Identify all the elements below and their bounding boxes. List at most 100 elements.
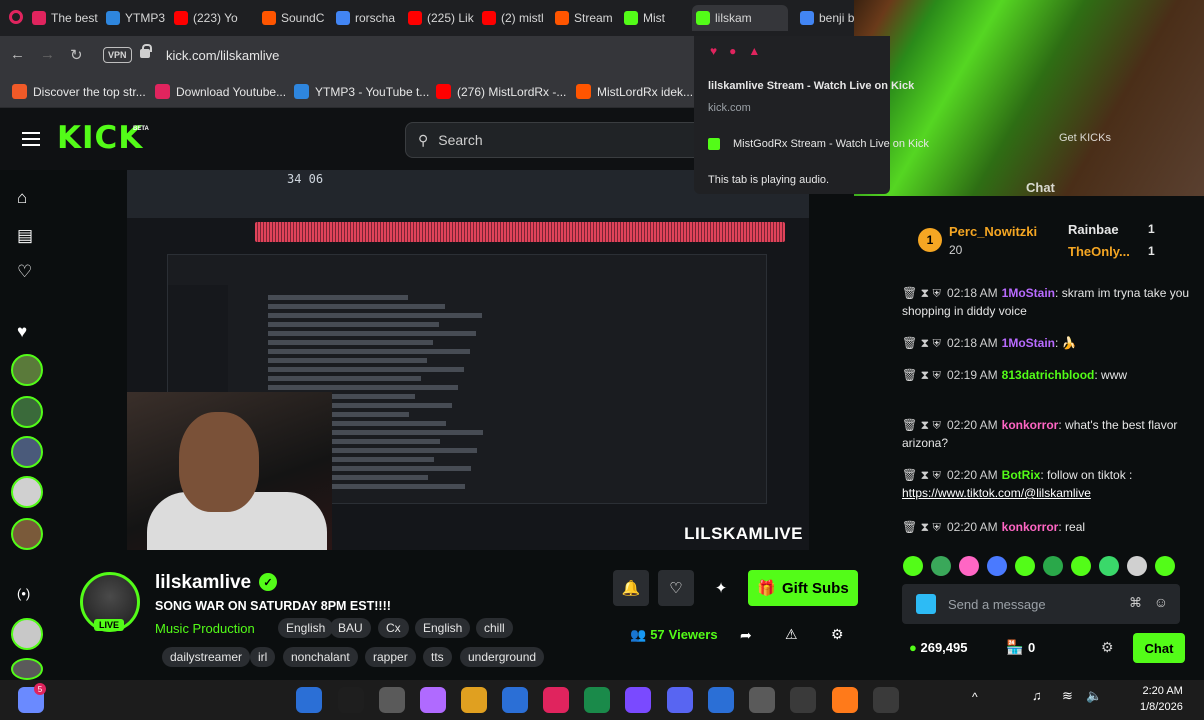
leader-name[interactable]: Perc_Nowitzki — [949, 224, 1037, 239]
emote-icon[interactable] — [1071, 556, 1091, 576]
followed-channel-avatar[interactable] — [11, 476, 43, 508]
microphone-icon[interactable]: ♫ — [1032, 688, 1042, 703]
opera-icon[interactable] — [543, 687, 569, 713]
opera-icon[interactable] — [9, 10, 23, 24]
search-icon[interactable] — [338, 687, 364, 713]
message-username[interactable]: 813datrichblood — [1002, 368, 1095, 382]
browser-tab[interactable]: Mist — [620, 5, 688, 31]
browse-icon[interactable]: ▤ — [17, 226, 33, 246]
browser-tab[interactable]: (223) Yo — [170, 5, 256, 31]
report-warning-icon[interactable]: ⚠ — [785, 626, 798, 643]
emote-icon[interactable] — [1127, 556, 1147, 576]
mod-actions-icon[interactable]: 🗑 ⧗ ⛨ — [902, 468, 941, 482]
message-username[interactable]: 1MoStain — [1002, 286, 1055, 300]
store-icon[interactable]: 🏪 — [1006, 639, 1023, 656]
streamer-name[interactable]: lilskamlive — [155, 572, 251, 594]
browser-tab[interactable]: The best — [28, 5, 98, 31]
vpn-badge[interactable]: VPN — [103, 47, 132, 63]
system-clock[interactable]: 2:20 AM 1/8/2026 — [1140, 683, 1183, 715]
emote-icon[interactable] — [1043, 556, 1063, 576]
copilot-icon[interactable] — [420, 687, 446, 713]
browser-tab[interactable]: (2) mistl — [478, 5, 546, 31]
chat-message[interactable]: 🗑 ⧗ ⛨ 02:20 AM konkorror: what's the best … — [902, 416, 1192, 452]
tray-chevron-icon[interactable]: ^ — [972, 690, 978, 704]
emote-icon[interactable] — [1155, 556, 1175, 576]
stream-tag[interactable]: underground — [460, 647, 545, 667]
stream-tag[interactable]: Cx — [378, 618, 409, 638]
browser-tab[interactable]: (225) Lik — [404, 5, 474, 31]
followed-channel-avatar[interactable] — [11, 354, 43, 386]
emoji-icon[interactable]: ☺ — [1154, 594, 1168, 610]
back-icon[interactable]: ← — [10, 46, 25, 63]
stream-tag[interactable]: irl — [250, 647, 276, 667]
emote-icon[interactable] — [931, 556, 951, 576]
bookmark-item[interactable]: (276) MistLordRx -... — [436, 84, 566, 99]
message-username[interactable]: konkorror — [1002, 418, 1059, 432]
user-options-icon[interactable]: ⚙ — [831, 626, 844, 643]
followed-channel-avatar[interactable] — [11, 518, 43, 550]
notification-bell-button[interactable]: 🔔 — [613, 570, 649, 606]
camera-icon[interactable] — [749, 687, 775, 713]
message-link[interactable]: https://www.tiktok.com/@lilskamlive — [902, 486, 1091, 500]
mod-actions-icon[interactable]: 🗑 ⧗ ⛨ — [902, 368, 941, 382]
volume-icon[interactable]: 🔈 — [1086, 688, 1102, 704]
browser-tab[interactable]: SoundC — [258, 5, 330, 31]
fl-studio-icon[interactable] — [832, 687, 858, 713]
chat-message-input[interactable]: Send a message ⌘ ☺ — [902, 584, 1180, 624]
kick-logo[interactable]: KICK — [57, 120, 143, 156]
stream-tag[interactable]: English — [415, 618, 471, 638]
file-icon[interactable] — [379, 687, 405, 713]
message-username[interactable]: konkorror — [1002, 520, 1059, 534]
discord-icon[interactable] — [667, 687, 693, 713]
recommended-channel-avatar[interactable] — [11, 618, 43, 650]
bookmark-item[interactable]: MistLordRx idek... — [576, 84, 693, 99]
command-icon[interactable]: ⌘ — [1129, 595, 1142, 611]
bookmark-item[interactable]: Download Youtube... — [155, 84, 286, 99]
obs-icon[interactable] — [790, 687, 816, 713]
browser-tab[interactable]: lilskam — [692, 5, 788, 31]
leader-name[interactable]: Rainbae — [1068, 222, 1119, 237]
stream-tag[interactable]: tts — [423, 647, 452, 667]
video-editor-icon[interactable] — [625, 687, 651, 713]
stream-tag[interactable]: nonchalant — [283, 647, 358, 667]
menu-icon[interactable] — [22, 132, 40, 146]
chat-send-button[interactable]: Chat — [1133, 633, 1185, 663]
following-heart-icon[interactable]: ♡ — [17, 262, 32, 282]
start-icon[interactable] — [296, 687, 322, 713]
chat-message[interactable]: 🗑 ⧗ ⛨ 02:18 AM 1MoStain: 🍌 — [902, 334, 1192, 352]
message-username[interactable]: BotRix — [1002, 468, 1041, 482]
stream-category[interactable]: Music Production — [155, 621, 255, 636]
mod-actions-icon[interactable]: 🗑 ⧗ ⛨ — [902, 336, 941, 350]
browser-tab[interactable]: rorscha — [332, 5, 400, 31]
mod-actions-icon[interactable]: 🗑 ⧗ ⛨ — [902, 286, 941, 300]
lock-icon[interactable] — [140, 44, 152, 58]
outlook-icon[interactable] — [502, 687, 528, 713]
browser-tab[interactable]: YTMP3 — [102, 5, 166, 31]
chat-message[interactable]: 🗑 ⧗ ⛨ 02:18 AM 1MoStain: skram im tryna ta… — [902, 284, 1192, 320]
mail-icon[interactable] — [708, 687, 734, 713]
forward-icon[interactable]: → — [40, 46, 55, 63]
bookmark-item[interactable]: Discover the top str... — [12, 84, 146, 99]
stream-tag[interactable]: rapper — [365, 647, 416, 667]
browser-tab[interactable]: Stream — [551, 5, 617, 31]
gift-subs-button[interactable]: 🎁 Gift Subs — [748, 570, 858, 606]
mod-actions-icon[interactable]: 🗑 ⧗ ⛨ — [902, 418, 941, 432]
search-input[interactable]: ⚲ Search — [405, 122, 705, 158]
folder-icon[interactable] — [461, 687, 487, 713]
message-username[interactable]: 1MoStain — [1002, 336, 1055, 350]
video-player[interactable]: 34 06 LILSKAMLIVE — [127, 170, 809, 550]
stream-tag[interactable]: dailystreamer — [162, 647, 251, 667]
wifi-icon[interactable]: ≋ — [1062, 688, 1073, 704]
bookmark-item[interactable]: YTMP3 - YouTube t... — [294, 84, 429, 99]
followed-heart-icon[interactable]: ♥ — [17, 322, 27, 342]
emote-icon[interactable] — [1099, 556, 1119, 576]
emote-icon[interactable] — [1015, 556, 1035, 576]
chat-message[interactable]: 🗑 ⧗ ⛨ 02:19 AM 813datrichblood: www — [902, 366, 1192, 384]
leader-name[interactable]: TheOnly... — [1068, 244, 1130, 259]
emote-icon[interactable] — [959, 556, 979, 576]
stream-tag[interactable]: English — [278, 618, 334, 638]
reload-icon[interactable]: ↻ — [70, 46, 83, 64]
home-icon[interactable]: ⌂ — [17, 188, 27, 208]
unfollow-heart-button[interactable]: ♡ — [658, 570, 694, 606]
media-player-icon[interactable] — [873, 687, 899, 713]
